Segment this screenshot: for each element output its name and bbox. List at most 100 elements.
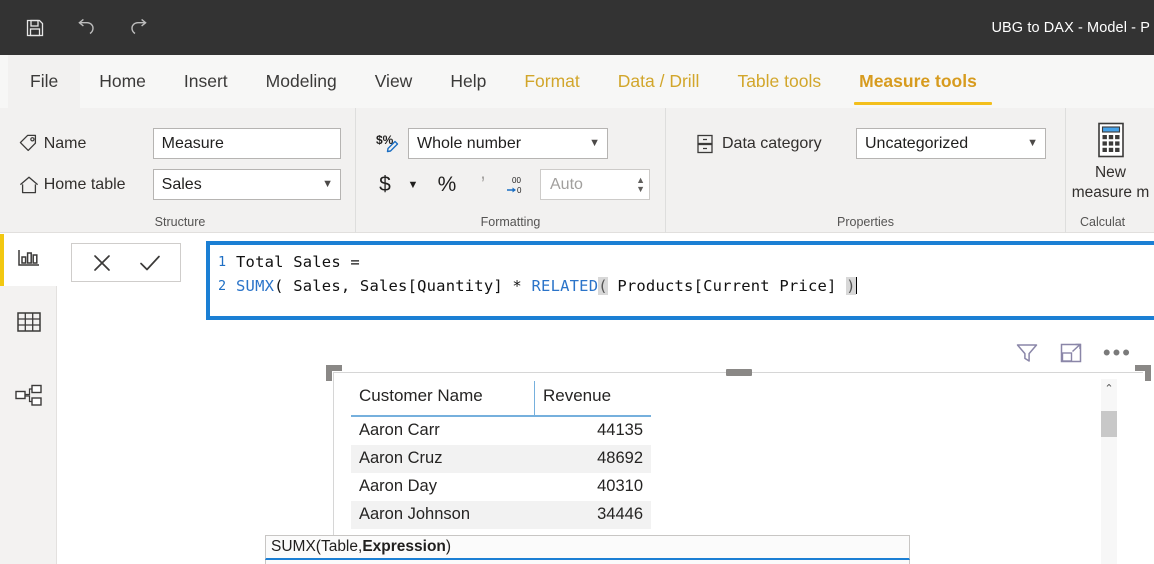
home-table-select[interactable]: Sales ▼ [152, 169, 342, 200]
measure-name-input[interactable]: Measure [152, 128, 341, 159]
format-type-select[interactable]: Whole number ▼ [408, 128, 608, 159]
table-vertical-scrollbar[interactable]: ⌃ [1101, 379, 1117, 564]
dax-arg-table: ( Sales, Sales[Quantity] * [274, 277, 532, 295]
tag-icon [14, 133, 44, 155]
data-category-row: Data category Uncategorized ▼ [688, 128, 1051, 159]
stepper-arrows[interactable]: ▲ ▼ [636, 176, 645, 194]
cell-revenue: 48692 [597, 449, 643, 467]
formula-bar-area: 1 Total Sales = 2 SUMX( Sales, Sales[Qua… [57, 234, 1154, 564]
cell-customer-name: Aaron Cruz [359, 449, 443, 467]
sidebar-item-data-view[interactable] [0, 298, 57, 350]
dax-function-sumx: SUMX [236, 277, 275, 295]
close-icon[interactable] [90, 251, 114, 275]
sidebar-item-model-view[interactable] [0, 372, 57, 424]
cell-revenue: 40310 [597, 477, 643, 495]
stepper-up-icon[interactable]: ▲ [636, 176, 645, 185]
bar-chart-icon [16, 246, 42, 275]
visual-header-toolbar: ••• [1015, 342, 1132, 364]
new-measure-label-line2: measure m [1071, 184, 1150, 201]
table-icon [15, 310, 43, 339]
chevron-down-icon: ▼ [589, 137, 600, 149]
measure-name-row: Name Measure [14, 128, 341, 159]
ribbon-group-formatting: $% Whole number ▼ $ ▼ % ’ 00 0 Auto ▲ ▼ … [355, 108, 665, 233]
decimal-places-stepper[interactable]: Auto ▲ ▼ [540, 169, 650, 200]
currency-dropdown-icon[interactable]: ▼ [400, 170, 426, 200]
new-measure-label-line1: New [1094, 164, 1126, 181]
intellisense-description: Returns the sum of an expression evaluat… [265, 560, 910, 564]
percent-format-button[interactable]: % [434, 170, 460, 200]
home-table-value: Sales [161, 175, 202, 193]
formula-line-2-text: SUMX( Sales, Sales[Quantity] * RELATED( … [236, 274, 858, 298]
tab-file[interactable]: File [8, 55, 81, 108]
sidebar-item-report-view[interactable] [0, 234, 57, 286]
resize-handle-top-center[interactable] [725, 369, 752, 376]
dax-open-paren: ( [598, 277, 608, 295]
ribbon-group-structure: Name Measure Home table Sales ▼ Structur… [0, 108, 355, 233]
tab-modeling[interactable]: Modeling [247, 55, 356, 108]
ribbon-group-calculations: New measure m Calculat [1065, 108, 1154, 233]
tab-home[interactable]: Home [80, 55, 165, 108]
cell-customer-name: Aaron Johnson [359, 505, 470, 523]
new-measure-button[interactable]: New measure m [1066, 116, 1154, 202]
chevron-down-icon: ▼ [1027, 137, 1038, 149]
cell-customer-name: Aaron Carr [359, 421, 440, 439]
scrollbar-thumb[interactable] [1101, 411, 1117, 437]
thousands-separator-button[interactable]: ’ [470, 170, 496, 200]
save-icon[interactable] [22, 15, 48, 41]
ribbon-group-properties: Data category Uncategorized ▼ Properties [665, 108, 1065, 233]
svg-text:0: 0 [517, 186, 522, 195]
tab-view[interactable]: View [356, 55, 432, 108]
cell-revenue: 34446 [597, 505, 643, 523]
table-header-row: Customer Name Revenue [351, 381, 651, 417]
decrease-decimals-icon[interactable]: 00 0 [502, 170, 532, 200]
data-category-value: Uncategorized [865, 134, 969, 152]
tab-help[interactable]: Help [431, 55, 505, 108]
table-row[interactable]: Aaron Day 40310 [351, 473, 651, 501]
group-label-properties: Properties [837, 215, 894, 229]
format-type-row: $% Whole number ▼ [372, 128, 651, 159]
resize-handle-top-right[interactable] [1135, 365, 1151, 381]
data-category-select[interactable]: Uncategorized ▼ [856, 128, 1046, 159]
stepper-down-icon[interactable]: ▼ [636, 185, 645, 194]
tab-data-drill[interactable]: Data / Drill [599, 55, 719, 108]
table-row[interactable]: Aaron Cruz 48692 [351, 445, 651, 473]
tab-table-tools[interactable]: Table tools [718, 55, 840, 108]
dax-close-paren: ) [846, 277, 856, 295]
dax-arg-column: Products[Current Price] [607, 277, 847, 295]
currency-format-button[interactable]: $ [372, 170, 398, 200]
line-number: 2 [218, 278, 227, 294]
formula-line-1-text: Total Sales = [236, 253, 360, 271]
check-icon[interactable] [137, 251, 163, 275]
dax-formula-editor[interactable]: 1 Total Sales = 2 SUMX( Sales, Sales[Qua… [206, 241, 1154, 320]
table-row[interactable]: Aaron Johnson 34446 [351, 501, 651, 529]
formula-line: 1 Total Sales = [210, 250, 1154, 274]
column-header-customer-name[interactable]: Customer Name [351, 381, 535, 415]
more-options-icon[interactable]: ••• [1103, 342, 1132, 364]
table-row[interactable]: Aaron Carr 44135 [351, 417, 651, 445]
line-number: 1 [218, 254, 227, 270]
report-canvas: ••• Customer Name Revenue Aaron Carr 441… [57, 330, 1154, 564]
cell-revenue: 44135 [597, 421, 643, 439]
tab-format[interactable]: Format [505, 55, 598, 108]
dax-function-related: RELATED [531, 277, 599, 295]
resize-handle-top-left[interactable] [326, 365, 342, 381]
filter-icon[interactable] [1015, 342, 1039, 364]
ribbon-tabstrip: File Home Insert Modeling View Help Form… [0, 55, 1154, 108]
quick-access-toolbar [0, 15, 152, 41]
window-title: UBG to DAX - Model - P [991, 19, 1150, 36]
tab-insert[interactable]: Insert [165, 55, 247, 108]
formula-commit-controls [71, 243, 181, 282]
redo-icon[interactable] [126, 15, 152, 41]
model-icon [14, 383, 44, 414]
tab-measure-tools[interactable]: Measure tools [840, 55, 996, 108]
undo-icon[interactable] [74, 15, 100, 41]
visual-table: Customer Name Revenue Aaron Carr 44135 A… [351, 381, 651, 557]
format-type-value: Whole number [417, 134, 522, 152]
intellisense-signature: SUMX(Table, Expression) [265, 535, 910, 560]
title-bar: UBG to DAX - Model - P [0, 0, 1154, 55]
scroll-up-icon[interactable]: ⌃ [1101, 379, 1117, 397]
group-label-formatting: Formatting [480, 215, 541, 229]
focus-mode-icon[interactable] [1059, 342, 1083, 364]
group-label-structure: Structure [154, 215, 206, 229]
column-header-revenue[interactable]: Revenue [535, 381, 651, 415]
